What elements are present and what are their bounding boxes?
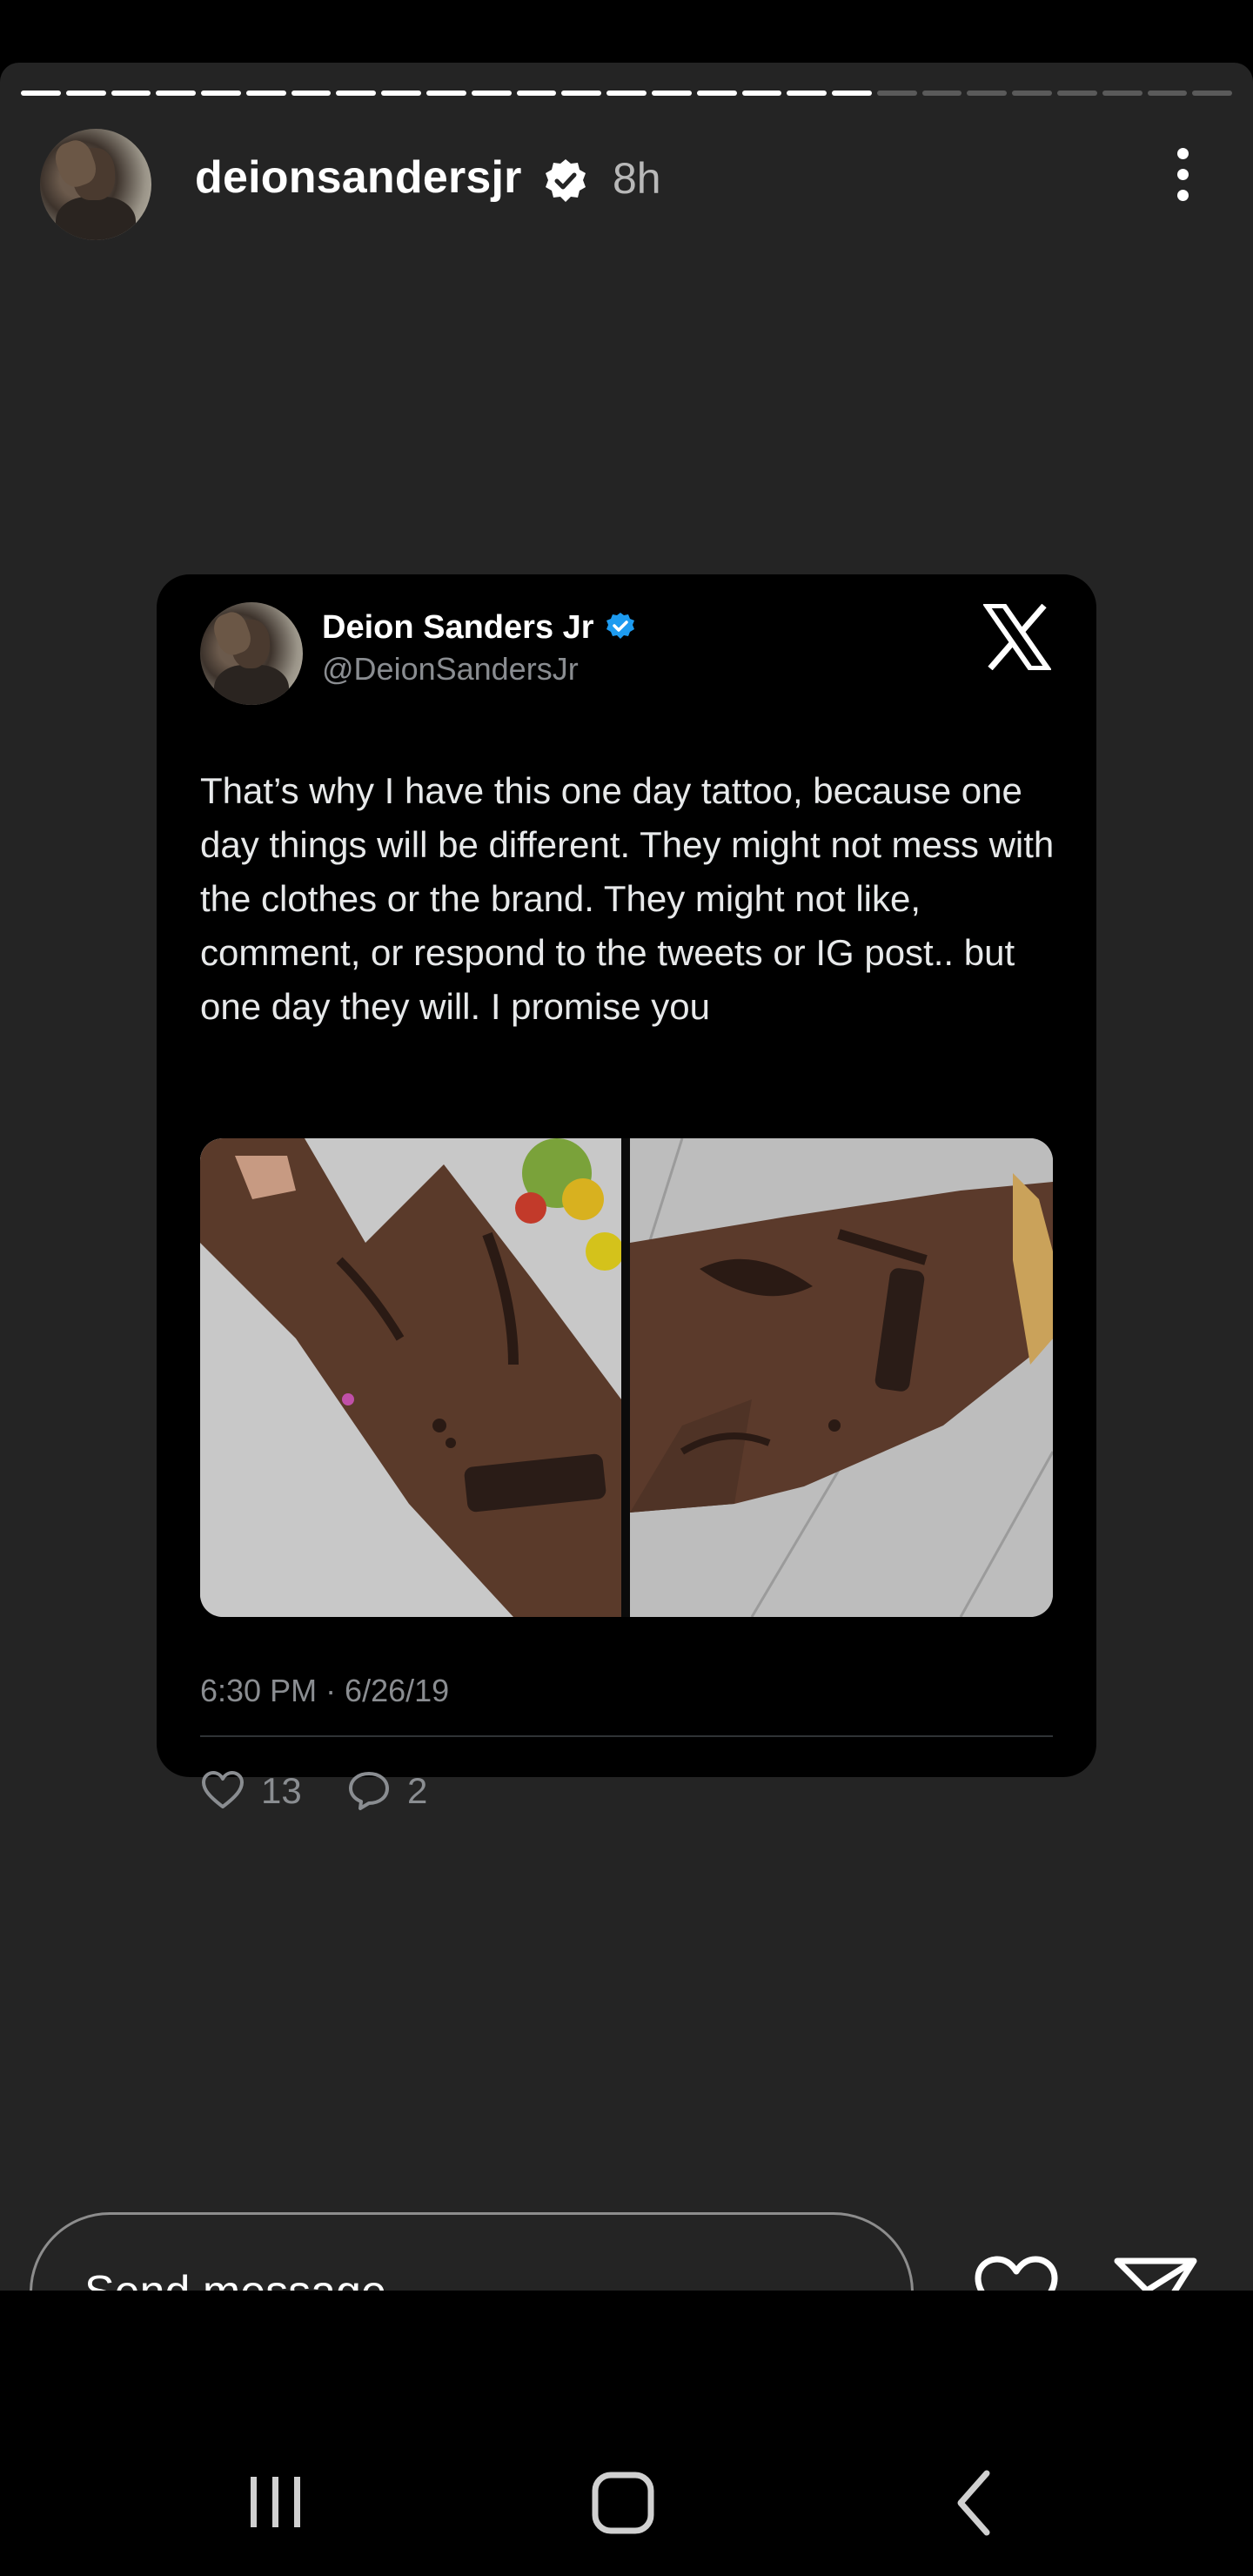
progress-segment bbox=[876, 91, 917, 96]
progress-segment bbox=[336, 91, 377, 96]
progress-segment bbox=[245, 91, 286, 96]
progress-segment bbox=[21, 91, 61, 96]
like-count-value: 13 bbox=[261, 1770, 302, 1811]
progress-segment bbox=[201, 91, 241, 96]
progress-segment bbox=[651, 91, 692, 96]
progress-segment bbox=[381, 91, 422, 96]
verified-badge-icon bbox=[546, 159, 586, 202]
progress-segment bbox=[606, 91, 647, 96]
recent-apps-icon[interactable] bbox=[240, 2468, 310, 2538]
reply-count-value: 2 bbox=[407, 1770, 428, 1811]
progress-segment bbox=[156, 91, 197, 96]
like-count[interactable]: 13 bbox=[200, 1768, 302, 1814]
progress-segment bbox=[516, 91, 557, 96]
story-progress-bar bbox=[21, 91, 1233, 96]
progress-segment bbox=[1056, 91, 1097, 96]
back-icon[interactable] bbox=[940, 2468, 1009, 2538]
tweet-author-handle: @DeionSandersJr bbox=[322, 651, 579, 687]
progress-segment bbox=[832, 91, 872, 96]
progress-segment bbox=[696, 91, 737, 96]
x-logo-icon bbox=[983, 604, 1051, 670]
progress-segment bbox=[561, 91, 602, 96]
progress-segment bbox=[65, 91, 106, 96]
home-icon[interactable] bbox=[590, 2468, 660, 2538]
send-icon[interactable] bbox=[1112, 2252, 1199, 2291]
system-navigation-bar bbox=[0, 2419, 1253, 2576]
blue-check-icon bbox=[606, 613, 634, 639]
tweet-card[interactable]: Deion Sanders Jr @DeionSandersJr That’s … bbox=[157, 574, 1096, 1811]
progress-segment bbox=[1102, 91, 1142, 96]
progress-segment bbox=[1192, 91, 1233, 96]
message-composer: Send message bbox=[0, 2212, 1253, 2291]
profile-avatar[interactable] bbox=[40, 129, 151, 240]
progress-segment bbox=[921, 91, 962, 96]
reply-count[interactable]: 2 bbox=[346, 1768, 427, 1814]
progress-segment bbox=[471, 91, 512, 96]
progress-segment bbox=[291, 91, 332, 96]
progress-segment bbox=[967, 91, 1008, 96]
post-time: 8h bbox=[613, 154, 661, 203]
progress-segment bbox=[787, 91, 828, 96]
more-vertical-icon[interactable] bbox=[1169, 148, 1196, 214]
progress-segment bbox=[741, 91, 782, 96]
comment-outline-icon bbox=[349, 1772, 389, 1810]
tattoo-photo-right bbox=[628, 1138, 1053, 1617]
progress-segment bbox=[111, 91, 151, 96]
story-header: deionsandersjr 8h bbox=[40, 129, 1215, 242]
progress-segment bbox=[426, 91, 466, 96]
send-message-input[interactable]: Send message bbox=[30, 2212, 914, 2291]
tweet-timestamp: 6:30 PM · 6/26/19 bbox=[200, 1673, 450, 1708]
tweet-text: That’s why I have this one day tattoo, b… bbox=[200, 770, 1055, 1027]
tweet-author-avatar bbox=[200, 602, 303, 705]
heart-icon[interactable] bbox=[973, 2254, 1060, 2291]
username[interactable]: deionsandersjr bbox=[195, 151, 522, 204]
story-viewer[interactable]: deionsandersjr 8h Deion Sanders Jr @Deio… bbox=[0, 63, 1253, 2291]
send-message-placeholder: Send message bbox=[84, 2266, 386, 2291]
progress-segment bbox=[1012, 91, 1052, 96]
progress-segment bbox=[1147, 91, 1188, 96]
divider bbox=[200, 1735, 1053, 1737]
tweet-photo[interactable] bbox=[200, 1138, 1053, 1617]
heart-outline-icon bbox=[202, 1771, 244, 1808]
tweet-author-name: Deion Sanders Jr bbox=[322, 609, 594, 646]
tattoo-photo-left bbox=[200, 1138, 624, 1617]
